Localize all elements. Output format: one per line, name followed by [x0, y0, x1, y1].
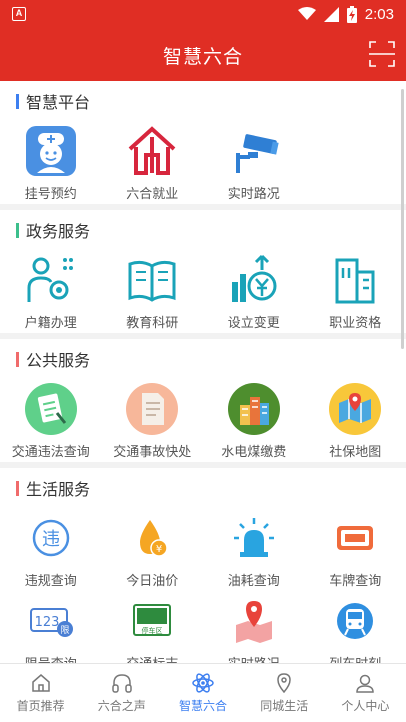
signal-icon	[323, 6, 339, 22]
clipboard-icon	[24, 383, 77, 435]
service-qualification[interactable]: 职业资格	[305, 250, 406, 333]
section-title: 公共服务	[26, 353, 91, 370]
service-fuel-consumption[interactable]: 油耗查询	[203, 508, 305, 591]
service-violation-query[interactable]: 违 违规查询	[0, 508, 102, 591]
tab-voice[interactable]: 六合之声	[81, 664, 162, 722]
service-registration-change[interactable]: 设立变更	[203, 250, 305, 333]
yen-chart-icon	[228, 254, 280, 306]
camera-icon	[228, 125, 280, 177]
service-traffic-violation[interactable]: 交通违法查询	[0, 379, 102, 462]
scan-icon[interactable]	[368, 40, 396, 68]
svg-text:违: 违	[42, 529, 60, 550]
service-plate-query[interactable]: 车牌查询	[305, 508, 406, 591]
clock: 2:03	[364, 5, 394, 23]
map-icon	[329, 383, 382, 435]
service-social-security-map[interactable]: 社保地图	[305, 379, 406, 462]
title-bar: 智慧六合	[0, 28, 406, 81]
scrollbar[interactable]	[401, 89, 404, 349]
section-title: 政务服务	[26, 224, 91, 241]
service-grid: 智慧平台 挂号预约 六合就业 实时路况 政务服务 户籍办理 教育科研 设立变更 …	[0, 81, 406, 663]
train-icon	[329, 595, 381, 647]
wifi-icon	[297, 7, 316, 20]
service-utilities[interactable]: 水电煤缴费	[203, 379, 305, 462]
svg-text:123: 123	[34, 615, 59, 630]
tab-home[interactable]: 首页推荐	[0, 664, 81, 722]
section-title: 智慧平台	[26, 95, 91, 112]
service-education[interactable]: 教育科研	[102, 250, 204, 333]
service-restriction-query[interactable]: 123 限 限号查询	[0, 591, 102, 663]
section-life-services: 生活服务 违 违规查询 ¥ 今日油价 油耗查询 车牌查询 123 限 停车区	[0, 468, 406, 663]
section-accent-bar	[16, 222, 19, 238]
doctor-icon	[25, 125, 77, 177]
person-gear-icon	[25, 254, 77, 306]
service-employment[interactable]: 六合就业	[102, 121, 204, 204]
svg-text:停车区: 停车区	[142, 626, 163, 635]
app-notification-icon: A	[12, 7, 26, 21]
map-pin-icon	[228, 595, 280, 647]
violation-icon: 违	[25, 512, 77, 564]
status-bar: A 2:03	[0, 0, 406, 28]
service-train-schedule[interactable]: 列车时刻	[305, 591, 406, 663]
book-icon	[126, 254, 178, 306]
bottom-tab-bar: 首页推荐 六合之声 智慧六合 同城生活 个人中心	[0, 663, 406, 722]
city-icon	[227, 383, 280, 435]
oil-drop-icon: ¥	[126, 512, 178, 564]
section-accent-bar	[16, 351, 19, 367]
tab-smart-luhe[interactable]: 智慧六合	[162, 664, 243, 722]
service-oil-price[interactable]: ¥ 今日油价	[102, 508, 204, 591]
alarm-light-icon	[228, 512, 280, 564]
service-accident-handling[interactable]: 交通事故快处	[102, 379, 204, 462]
road-sign-icon: 停车区	[126, 595, 178, 647]
service-road-status[interactable]: 实时路况	[203, 591, 305, 663]
svg-text:¥: ¥	[156, 544, 162, 555]
section-accent-bar	[16, 93, 19, 109]
restriction-plate-icon: 123 限	[25, 595, 77, 647]
document-icon	[126, 383, 179, 435]
license-plate-icon	[329, 512, 381, 564]
service-traffic-signs[interactable]: 停车区 交通标志	[102, 591, 204, 663]
headphones-icon	[112, 674, 132, 693]
section-public-services: 公共服务 交通违法查询 交通事故快处 水电煤缴费 社保地图	[0, 339, 406, 462]
section-smart-platform: 智慧平台 挂号预约 六合就业 实时路况	[0, 81, 406, 204]
service-registration[interactable]: 挂号预约	[0, 121, 102, 204]
building-icon	[329, 254, 381, 306]
section-title: 生活服务	[26, 482, 91, 499]
battery-charging-icon	[346, 5, 357, 23]
user-icon	[356, 674, 375, 693]
employment-house-icon	[126, 125, 178, 177]
tab-local-life[interactable]: 同城生活	[244, 664, 325, 722]
atom-icon	[192, 673, 214, 693]
service-traffic-live[interactable]: 实时路况	[203, 121, 305, 204]
svg-text:限: 限	[60, 625, 69, 636]
section-accent-bar	[16, 480, 19, 496]
service-household[interactable]: 户籍办理	[0, 250, 102, 333]
tab-profile[interactable]: 个人中心	[325, 664, 406, 722]
page-title: 智慧六合	[162, 47, 243, 68]
location-icon	[277, 673, 291, 694]
section-government-services: 政务服务 户籍办理 教育科研 设立变更 职业资格	[0, 210, 406, 333]
home-icon	[31, 674, 50, 692]
